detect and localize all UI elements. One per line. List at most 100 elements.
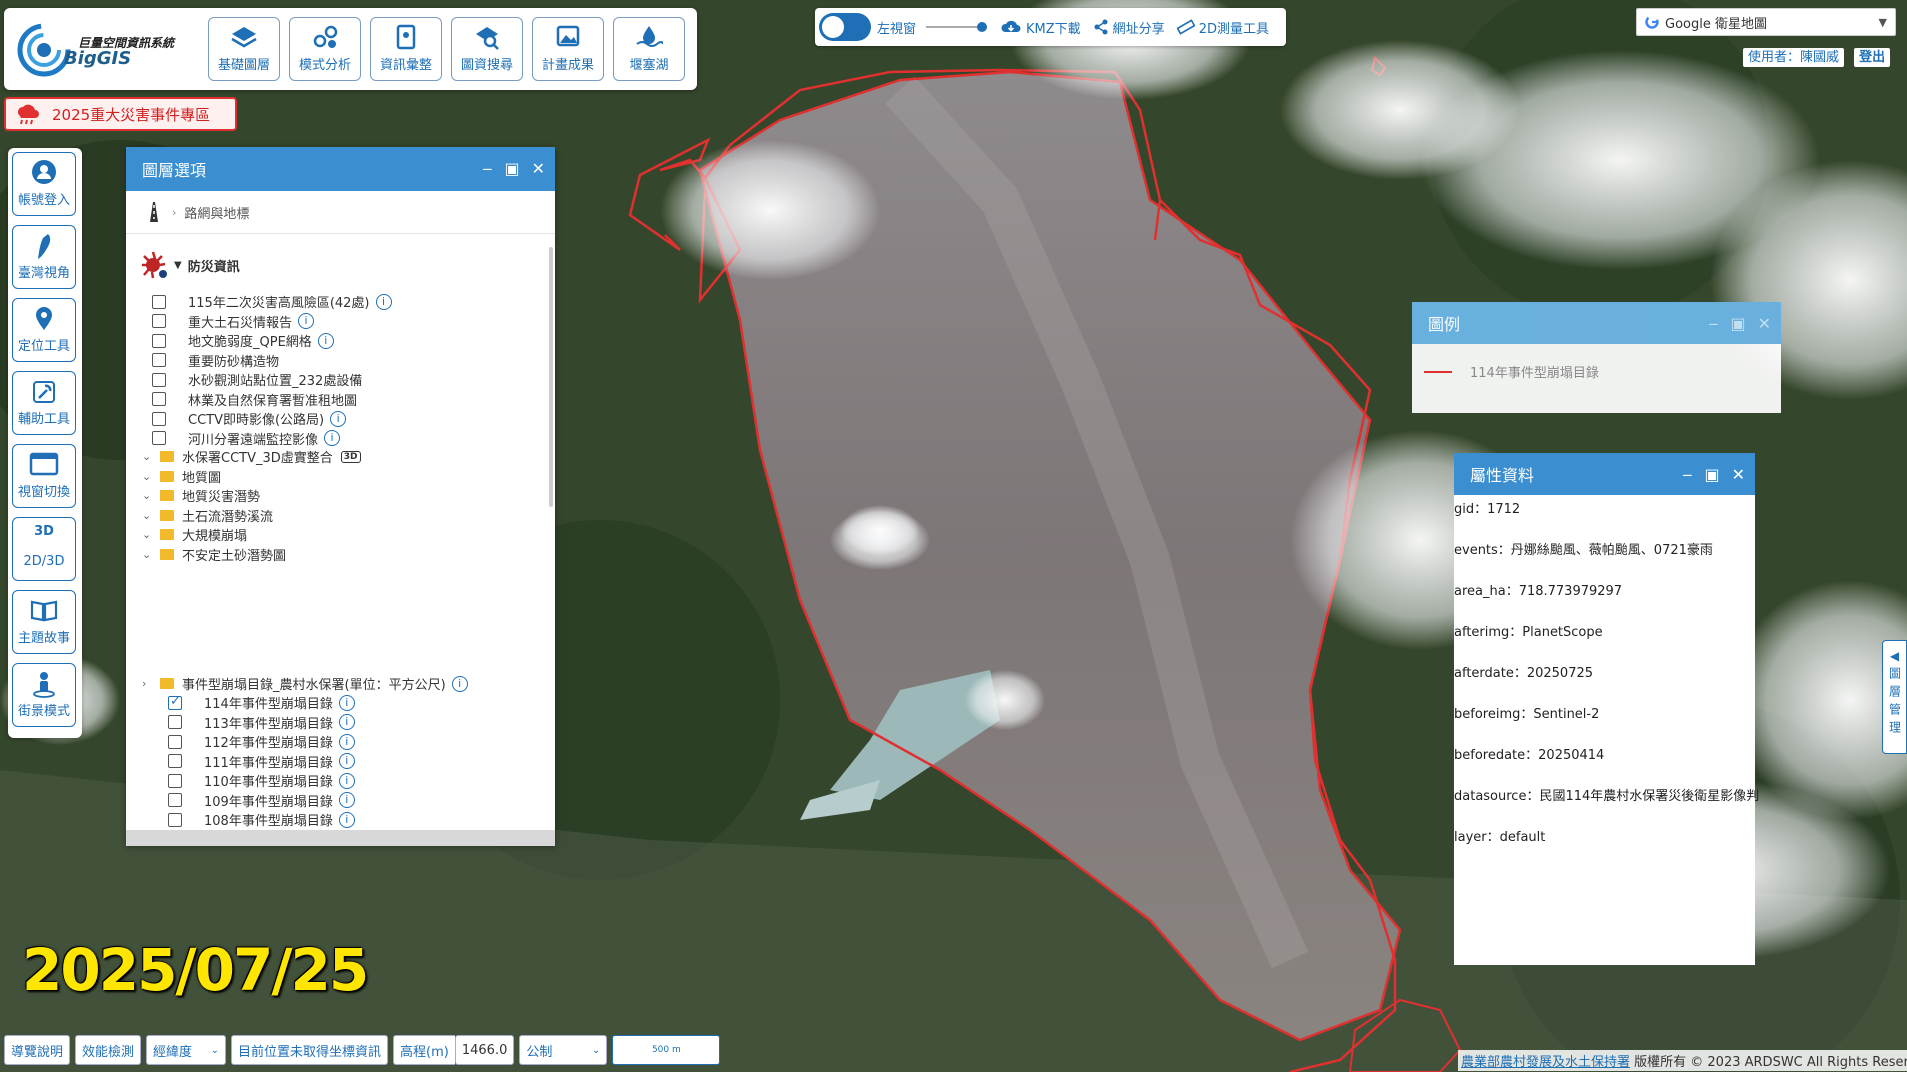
measure-tool-button[interactable]: 2D測量工具: [1176, 18, 1269, 37]
event-folder[interactable]: › 事件型崩塌目錄_農村水保署(單位：平方公尺) i: [142, 674, 468, 693]
info-summary-button[interactable]: 資訊彙整: [370, 17, 442, 81]
map-type-select[interactable]: Google 衛星地圖 ▼: [1636, 8, 1896, 36]
layer-folder[interactable]: ⌄ 水保署CCTV_3D虛實整合 3D: [142, 447, 361, 466]
layer-checkbox[interactable]: [152, 353, 166, 367]
road-group[interactable]: › 路網與地標: [146, 201, 249, 223]
layer-folder[interactable]: ⌄ 不安定土砂潛勢圖: [142, 545, 286, 564]
layer-folder[interactable]: ⌄ 土石流潛勢溪流: [142, 506, 273, 525]
locate-tool-button[interactable]: 定位工具: [12, 298, 76, 362]
event-layer-item[interactable]: 112年事件型崩塌目錄 i: [168, 732, 355, 751]
performance-button[interactable]: 效能檢測: [75, 1035, 142, 1065]
layer-scrollbar[interactable]: [549, 247, 553, 507]
login-button[interactable]: 帳號登入: [12, 152, 76, 216]
minimize-icon[interactable]: ‒: [482, 159, 492, 178]
info-icon[interactable]: i: [324, 430, 341, 446]
user-icon: [13, 153, 75, 189]
layer-item[interactable]: 地文脆弱度_QPE網格 i: [152, 331, 334, 350]
info-icon[interactable]: i: [338, 792, 355, 808]
coord-system-select[interactable]: 經緯度 ⌄: [146, 1035, 227, 1065]
kmz-download-button[interactable]: KMZ下載: [1000, 18, 1081, 37]
legend-line-swatch: [1424, 370, 1452, 373]
layer-checkbox[interactable]: [152, 372, 166, 387]
taiwan-view-button[interactable]: 臺灣視角: [12, 225, 76, 289]
info-icon[interactable]: i: [338, 714, 355, 730]
project-results-button[interactable]: 計畫成果: [532, 17, 604, 81]
map-search-button[interactable]: 圖資搜尋: [451, 17, 523, 81]
disaster-group[interactable]: ▼ 防災資訊: [140, 251, 240, 279]
base-layers-button[interactable]: 基礎圖層: [208, 17, 280, 81]
layer-item[interactable]: 重大土石災情報告 i: [152, 312, 315, 331]
close-icon[interactable]: ✕: [1758, 314, 1771, 333]
info-icon[interactable]: i: [317, 332, 334, 349]
layer-checkbox[interactable]: [168, 715, 182, 729]
layer-checkbox[interactable]: [168, 812, 182, 827]
left-window-toggle[interactable]: [819, 13, 871, 41]
info-icon[interactable]: i: [338, 733, 355, 750]
side-tab-label: 圖層管理: [1887, 667, 1902, 739]
layer-item[interactable]: 水砂觀測站點位置_232處設備: [152, 370, 362, 389]
layer-checkbox[interactable]: [152, 431, 166, 445]
left-toolbar: 帳號登入 臺灣視角 定位工具 輔助工具 視窗切換 3D 2D/3D 主題故事 街…: [8, 148, 82, 738]
model-analysis-button[interactable]: 模式分析: [289, 17, 361, 81]
layer-checkbox[interactable]: [168, 754, 182, 768]
event-layer-item[interactable]: 108年事件型崩塌目錄 i: [168, 810, 355, 829]
aux-tool-button[interactable]: 輔助工具: [12, 371, 76, 435]
layer-checkbox[interactable]: [152, 392, 166, 406]
layer-checkbox[interactable]: [152, 333, 166, 348]
info-icon[interactable]: i: [451, 675, 468, 692]
event-layer-item[interactable]: 111年事件型崩塌目錄 i: [168, 752, 355, 771]
close-icon[interactable]: ✕: [532, 159, 545, 178]
close-icon[interactable]: ✕: [1732, 465, 1745, 484]
layer-checkbox[interactable]: [152, 294, 166, 309]
info-icon[interactable]: i: [375, 293, 392, 310]
2d-3d-toggle-button[interactable]: 3D 2D/3D: [12, 517, 76, 581]
agency-link[interactable]: 農業部農村發展及水土保持署: [1461, 1055, 1630, 1070]
event-layer-item[interactable]: 110年事件型崩塌目錄 i: [168, 771, 355, 790]
layer-panel-header: 圖層選項 ‒ ▣ ✕: [126, 147, 555, 191]
maximize-icon[interactable]: ▣: [1704, 465, 1719, 484]
layer-item[interactable]: 河川分署遠端監控影像 i: [152, 429, 341, 448]
layer-item[interactable]: CCTV即時影像(公路局) i: [152, 409, 347, 428]
layer-item[interactable]: 115年二次災害高風險區(42處) i: [152, 292, 392, 311]
layer-checkbox[interactable]: [168, 793, 182, 807]
street-view-button[interactable]: 街景模式: [12, 663, 76, 727]
layer-manage-tab[interactable]: ◀ 圖層管理: [1882, 640, 1907, 754]
maximize-icon[interactable]: ▣: [504, 159, 519, 178]
layer-folder[interactable]: ⌄ 大規模崩塌: [142, 525, 247, 544]
layer-checkbox[interactable]: [168, 694, 182, 710]
event-layer-item[interactable]: 114年事件型崩塌目錄 i: [168, 693, 355, 712]
layer-folder[interactable]: ⌄ 地質災害潛勢: [142, 486, 260, 505]
layer-checkbox[interactable]: [152, 314, 166, 328]
info-icon[interactable]: i: [338, 772, 355, 789]
event-layer-item[interactable]: 109年事件型崩塌目錄 i: [168, 791, 355, 810]
info-icon[interactable]: i: [338, 753, 355, 769]
horizontal-scrollbar[interactable]: [126, 830, 555, 846]
layer-checkbox[interactable]: [168, 773, 182, 788]
attribute-row: events：丹娜絲颱風、薇帕颱風、0721豪雨: [1454, 543, 1713, 558]
layer-checkbox[interactable]: [168, 734, 182, 749]
maximize-icon[interactable]: ▣: [1730, 314, 1745, 333]
layer-item[interactable]: 重要防砂構造物: [152, 351, 279, 370]
theme-story-button[interactable]: 主題故事: [12, 590, 76, 654]
info-icon[interactable]: i: [338, 811, 355, 828]
toolbar-label: 基礎圖層: [217, 58, 270, 73]
layer-folder[interactable]: ⌄ 地質圖: [142, 467, 221, 486]
window-switch-button[interactable]: 視窗切換: [12, 444, 76, 508]
minimize-icon[interactable]: ‒: [1708, 314, 1718, 333]
disaster-event-banner[interactable]: 2025重大災害事件專區: [4, 97, 237, 131]
info-icon[interactable]: i: [298, 313, 315, 329]
unit-select[interactable]: 公制 ⌄: [519, 1035, 608, 1065]
logout-button[interactable]: 登出: [1854, 48, 1891, 67]
layer-item[interactable]: 林業及自然保育署暫准租地圖: [152, 390, 357, 409]
layer-checkbox[interactable]: [152, 411, 166, 426]
barrier-lake-button[interactable]: 堰塞湖: [613, 17, 685, 81]
guide-button[interactable]: 導覽說明: [4, 1035, 71, 1065]
info-icon[interactable]: i: [330, 410, 347, 427]
event-layer-item[interactable]: 113年事件型崩塌目錄 i: [168, 713, 355, 732]
opacity-slider[interactable]: [926, 20, 990, 34]
biggis-logo[interactable]: 巨量空間資訊系統 BigGIS: [14, 14, 194, 84]
info-icon[interactable]: i: [338, 694, 355, 711]
attribute-row: beforedate：20250414: [1454, 748, 1605, 763]
minimize-icon[interactable]: ‒: [1682, 465, 1692, 484]
share-url-button[interactable]: 網址分享: [1093, 18, 1165, 37]
